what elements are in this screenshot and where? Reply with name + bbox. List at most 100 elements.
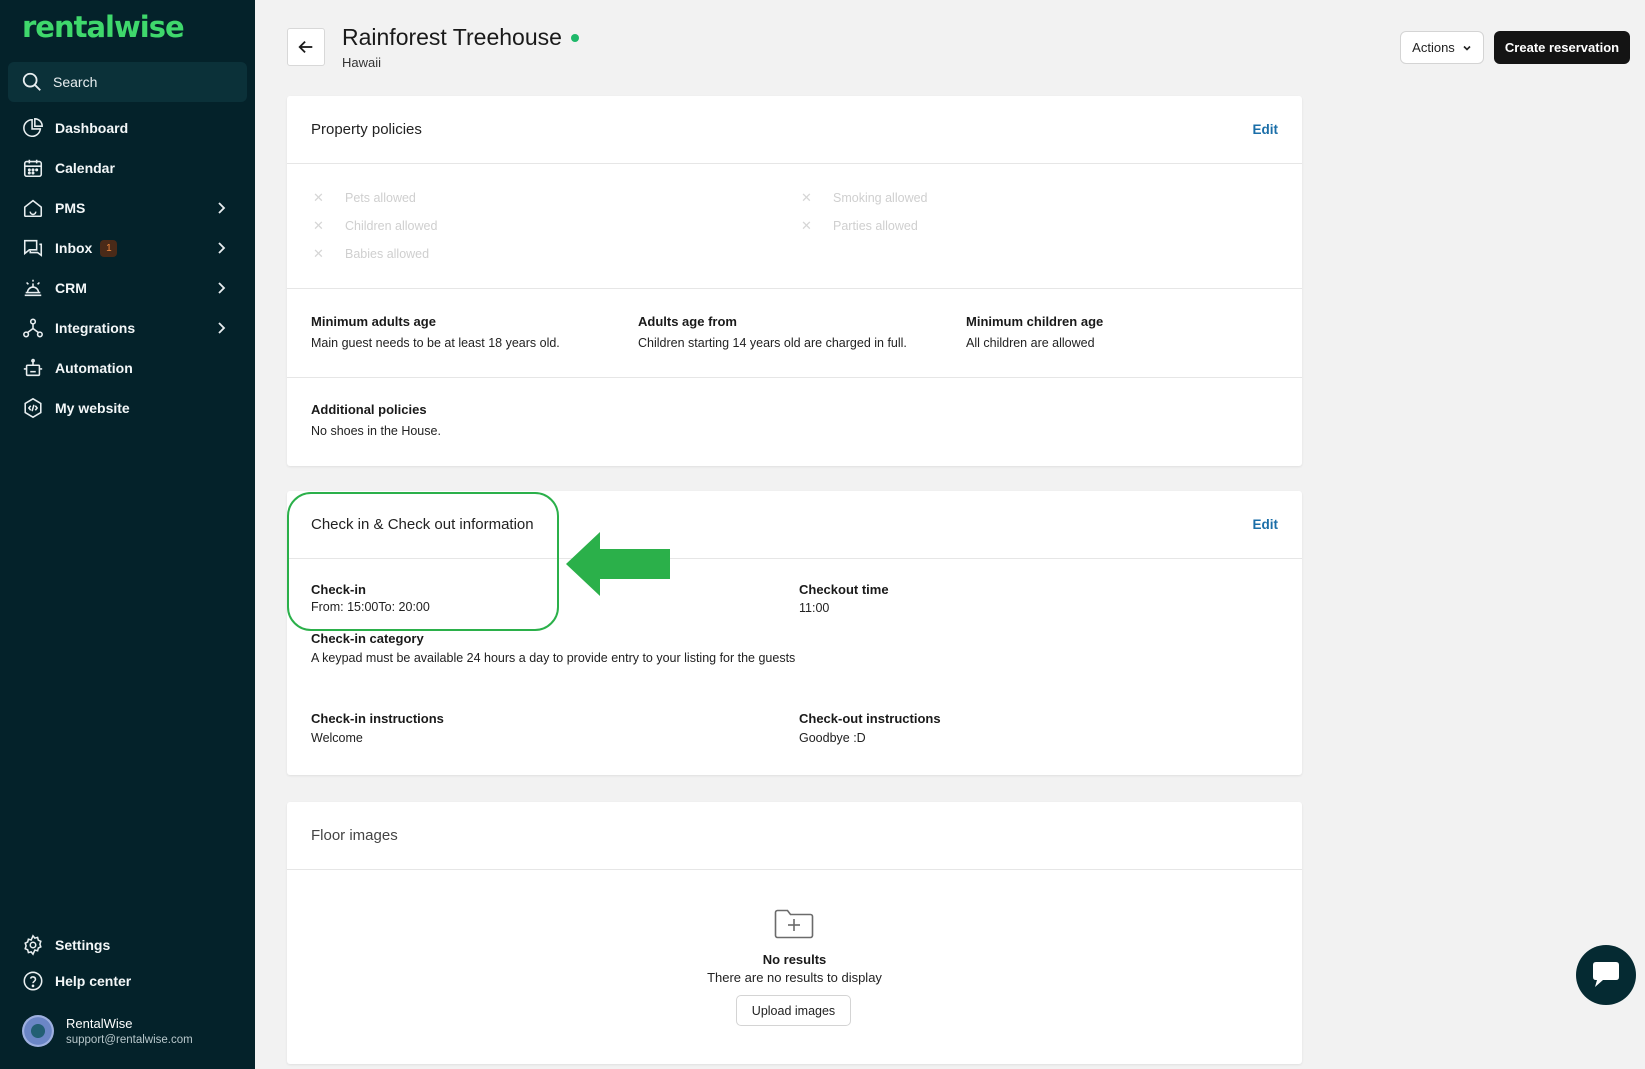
policy-item: ✕ Parties allowed — [801, 218, 918, 234]
nav-item-help-center[interactable]: Help center — [0, 963, 255, 999]
nav-label: Help center — [55, 973, 132, 989]
search-label: Search — [53, 74, 98, 90]
nav-label: Calendar — [55, 160, 115, 176]
chevron-down-icon — [1463, 45, 1471, 51]
page-title: Rainforest Treehouse — [342, 24, 579, 51]
search-button[interactable]: Search — [8, 62, 247, 102]
adults-age-from-field: Adults age from Children starting 14 yea… — [638, 314, 907, 355]
user-profile[interactable]: RentalWise support@rentalwise.com — [22, 1015, 193, 1047]
close-icon: ✕ — [313, 190, 324, 205]
nav-item-integrations[interactable]: Integrations — [0, 308, 255, 348]
empty-state-title: No results — [762, 952, 827, 967]
nav-label: Inbox — [55, 240, 93, 256]
nav-item-dashboard[interactable]: Dashboard — [0, 108, 255, 148]
nav-item-pms[interactable]: PMS — [0, 188, 255, 228]
nav-item-automation[interactable]: Automation — [0, 348, 255, 388]
nav-item-calendar[interactable]: Calendar — [0, 148, 255, 188]
chat-widget-button[interactable] — [1576, 945, 1636, 1005]
nav-label: PMS — [55, 200, 86, 216]
actions-dropdown[interactable]: Actions — [1400, 31, 1484, 64]
nav-label: CRM — [55, 280, 87, 296]
policy-label: Children allowed — [345, 219, 438, 233]
back-button[interactable] — [287, 28, 325, 66]
user-email: support@rentalwise.com — [66, 1034, 193, 1046]
policy-item: ✕ Children allowed — [313, 218, 437, 234]
checkin-instructions-field: Check-in instructions Welcome — [311, 711, 444, 750]
house-icon — [23, 199, 43, 218]
chevron-right-icon — [218, 282, 226, 294]
create-reservation-button[interactable]: Create reservation — [1494, 31, 1630, 64]
nav-label: Settings — [55, 937, 111, 953]
close-icon: ✕ — [313, 246, 324, 261]
property-name: Rainforest Treehouse — [342, 24, 562, 50]
arrow-left-icon — [298, 40, 313, 54]
nav-item-settings[interactable]: Settings — [0, 927, 255, 963]
user-name: RentalWise — [66, 1016, 133, 1031]
policy-label: Parties allowed — [833, 219, 918, 233]
chevron-right-icon — [218, 322, 226, 334]
min-adults-field: Minimum adults age Main guest needs to b… — [311, 314, 560, 355]
upload-images-button[interactable]: Upload images — [736, 995, 851, 1026]
nav-label: Integrations — [55, 320, 136, 336]
card-title: Floor images — [311, 827, 398, 844]
policy-item: ✕ Babies allowed — [313, 246, 429, 262]
field-value: Goodbye :D — [799, 731, 866, 745]
field-value: Main guest needs to be at least 18 years… — [311, 336, 560, 350]
calendar-icon — [23, 159, 43, 178]
chevron-right-icon — [218, 202, 226, 214]
annotation-arrow-icon — [566, 532, 670, 596]
sidebar-bottom-nav: Settings Help center — [0, 927, 255, 999]
close-icon: ✕ — [801, 190, 812, 205]
field-value: A keypad must be available 24 hours a da… — [311, 651, 796, 665]
close-icon: ✕ — [801, 218, 812, 233]
gear-icon — [24, 934, 42, 956]
help-icon — [23, 971, 43, 991]
property-location: Hawaii — [342, 55, 382, 70]
avatar — [22, 1015, 54, 1047]
brand-logo[interactable]: rentalwise — [22, 10, 185, 44]
field-value: All children are allowed — [966, 336, 1095, 350]
edit-checkin-link[interactable]: Edit — [1253, 517, 1279, 532]
property-policies-card: Property policies Edit ✕ Pets allowed ✕ Ch… — [287, 96, 1302, 466]
status-dot — [570, 33, 579, 42]
additional-policies-field: Additional policies No shoes in the Hous… — [311, 402, 441, 443]
chat-bubble-icon — [1593, 962, 1619, 987]
annotation-highlight — [287, 492, 559, 631]
policy-label: Babies allowed — [345, 247, 430, 261]
nav-item-crm[interactable]: CRM — [0, 268, 255, 308]
policy-label: Smoking allowed — [833, 191, 928, 205]
field-value: Welcome — [311, 731, 363, 745]
field-value: 11:00 — [799, 601, 830, 615]
checkin-category-field: Check-in category A keypad must be avail… — [311, 631, 799, 670]
nav-label: My website — [55, 400, 130, 416]
search-icon — [22, 72, 41, 91]
checkout-instructions-field: Check-out instructions Goodbye :D — [799, 711, 941, 750]
sidebar: rentalwise Search Dashboard Calendar PMS… — [0, 0, 255, 1069]
empty-state-subtitle: There are no results to display — [707, 970, 882, 985]
field-label: Additional policies — [311, 402, 427, 417]
folder-plus-icon — [774, 909, 814, 939]
policy-toggles: ✕ Pets allowed ✕ Children allowed ✕ Babies … — [287, 164, 1302, 289]
robot-icon — [23, 358, 43, 377]
actions-label: Actions — [1412, 40, 1455, 55]
policy-item: ✕ Pets allowed — [313, 190, 416, 206]
inbox-icon — [23, 239, 43, 257]
nav-item-my-website[interactable]: My website — [0, 388, 255, 428]
field-value: Children starting 14 years old are charg… — [638, 336, 907, 350]
policy-label: Pets allowed — [345, 191, 416, 205]
inbox-badge: 1 — [100, 239, 118, 257]
integrations-icon — [23, 318, 43, 338]
floor-images-card: Floor images No results There are no res… — [287, 802, 1302, 1064]
policy-item: ✕ Smoking allowed — [801, 190, 928, 206]
field-label: Check-out instructions — [799, 711, 941, 726]
floor-images-empty: No results There are no results to displ… — [287, 870, 1302, 1065]
edit-policies-link[interactable]: Edit — [1253, 122, 1279, 137]
field-label: Minimum adults age — [311, 314, 436, 329]
card-title: Property policies — [311, 121, 422, 138]
nav-label: Dashboard — [55, 120, 129, 136]
field-label: Check-in category — [311, 631, 424, 646]
field-label: Adults age from — [638, 314, 737, 329]
nav-item-inbox[interactable]: Inbox 1 — [0, 228, 255, 268]
close-icon: ✕ — [313, 218, 324, 233]
main-nav: Dashboard Calendar PMS Inbox 1 CRM Integ… — [0, 108, 255, 428]
